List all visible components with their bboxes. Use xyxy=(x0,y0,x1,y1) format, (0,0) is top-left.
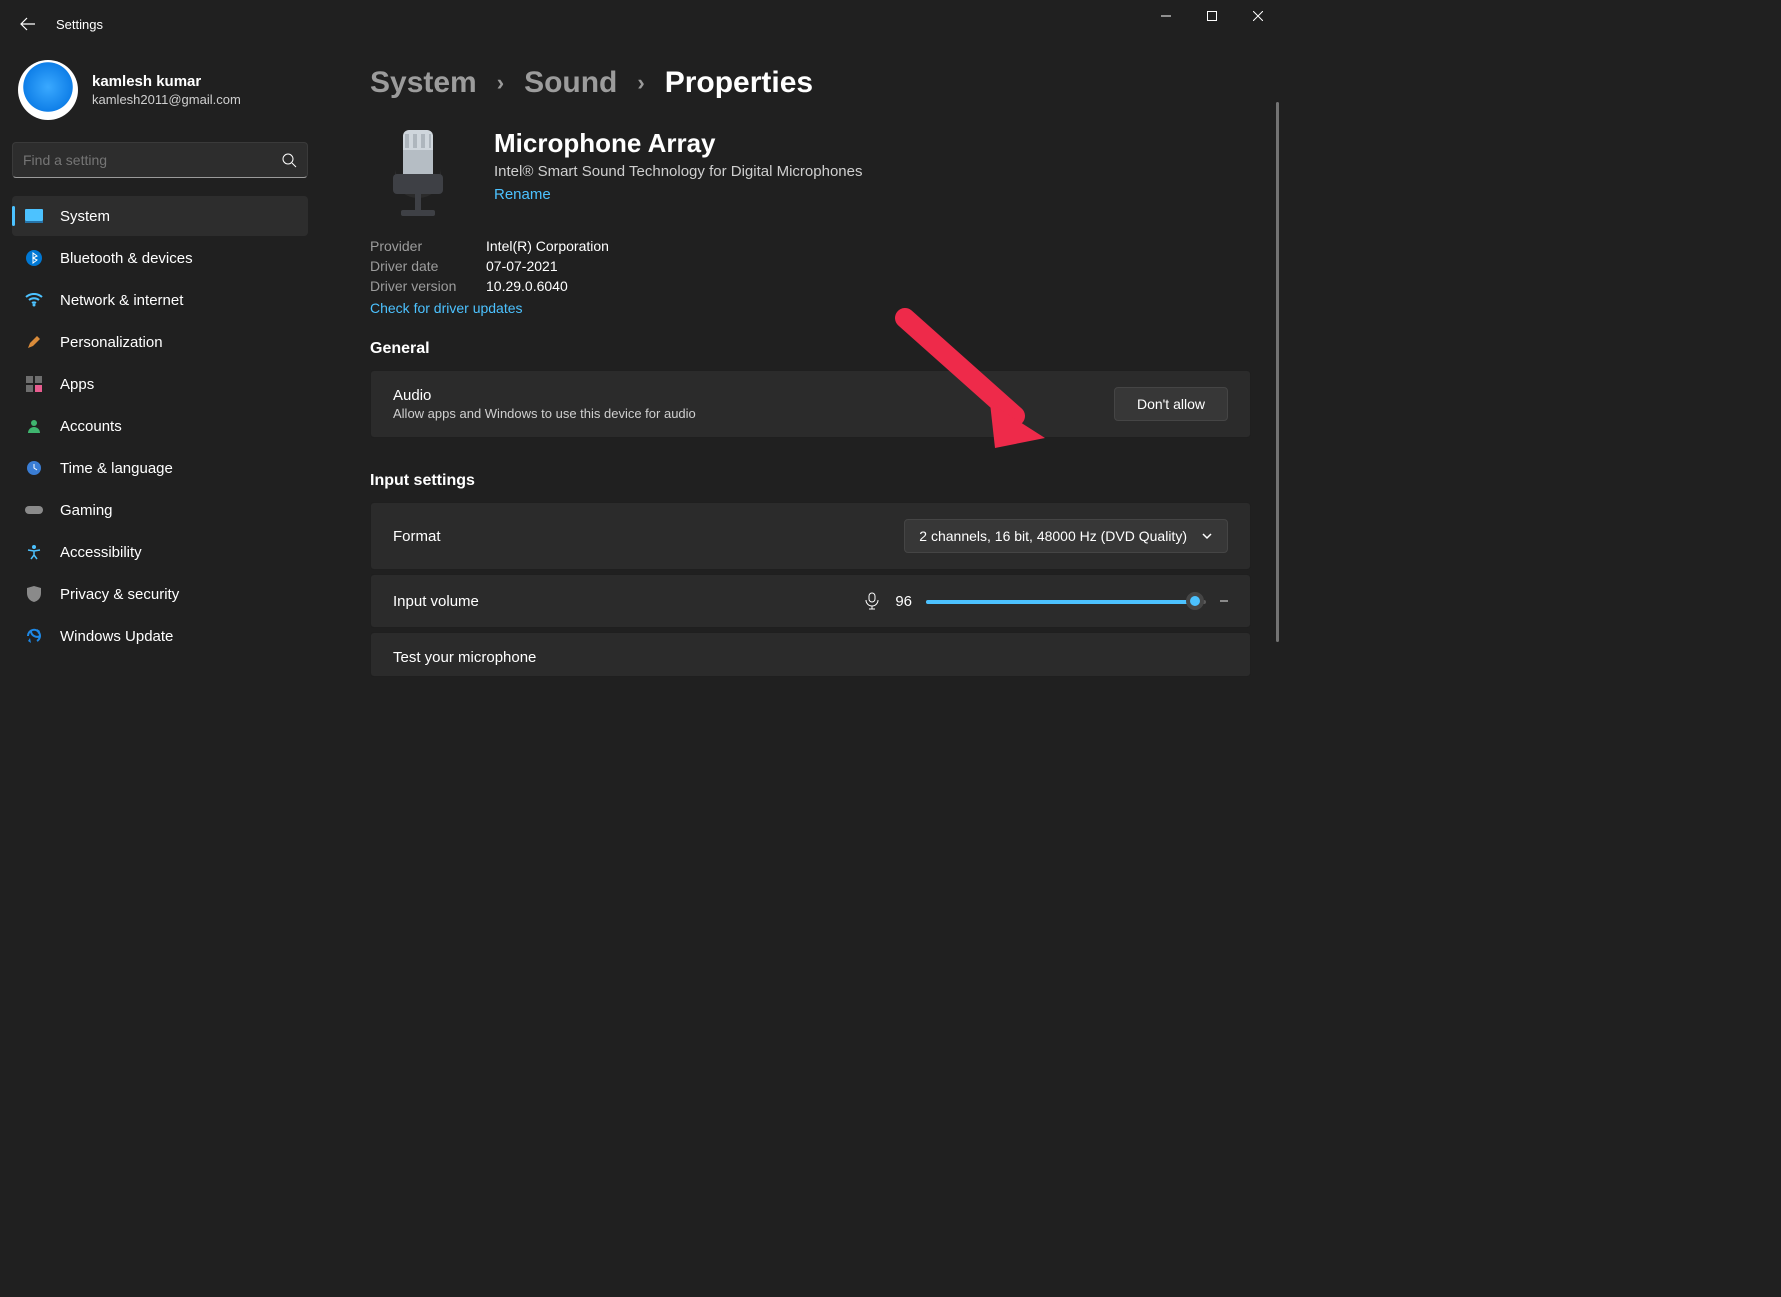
slider-fill xyxy=(926,600,1195,604)
nav-label: Gaming xyxy=(60,502,113,519)
input-volume-value: 96 xyxy=(895,593,912,610)
nav-label: Accessibility xyxy=(60,544,142,561)
minimize-icon xyxy=(1161,11,1171,21)
nav-item-bluetooth[interactable]: Bluetooth & devices xyxy=(12,238,308,278)
chevron-right-icon: › xyxy=(637,70,644,96)
arrow-left-icon xyxy=(20,16,36,32)
avatar xyxy=(18,60,78,120)
crumb-sound[interactable]: Sound xyxy=(524,66,617,100)
general-section-title: General xyxy=(370,340,1251,358)
rename-link[interactable]: Rename xyxy=(494,186,551,203)
input-volume-label: Input volume xyxy=(393,593,479,610)
nav-label: Network & internet xyxy=(60,292,183,309)
device-properties: Provider Intel(R) Corporation Driver date… xyxy=(370,238,1251,318)
nav-item-network[interactable]: Network & internet xyxy=(12,280,308,320)
nav-label: Accounts xyxy=(60,418,122,435)
audio-card: Audio Allow apps and Windows to use this… xyxy=(370,370,1251,438)
nav: System Bluetooth & devices Network & int… xyxy=(12,196,308,656)
sidebar: kamlesh kumar kamlesh2011@gmail.com Syst… xyxy=(0,48,320,933)
bluetooth-icon xyxy=(24,248,44,268)
profile-name: kamlesh kumar xyxy=(92,73,241,90)
format-label: Format xyxy=(393,528,441,545)
gamepad-icon xyxy=(24,500,44,520)
maximize-icon xyxy=(1207,11,1217,21)
shield-icon xyxy=(24,584,44,604)
search-icon xyxy=(281,152,297,168)
provider-value: Intel(R) Corporation xyxy=(486,238,609,254)
nav-item-gaming[interactable]: Gaming xyxy=(12,490,308,530)
scrollbar[interactable] xyxy=(1276,102,1279,642)
input-volume-card: Input volume 96 xyxy=(370,574,1251,628)
close-icon xyxy=(1253,11,1263,21)
maximize-button[interactable] xyxy=(1189,0,1235,32)
provider-label: Provider xyxy=(370,238,466,254)
slider-thumb[interactable] xyxy=(1186,592,1204,610)
nav-item-system[interactable]: System xyxy=(12,196,308,236)
close-button[interactable] xyxy=(1235,0,1281,32)
nav-label: Bluetooth & devices xyxy=(60,250,193,267)
apps-icon xyxy=(24,374,44,394)
slider-end-mark-icon xyxy=(1220,597,1228,605)
paintbrush-icon xyxy=(24,332,44,352)
driver-version-value: 10.29.0.6040 xyxy=(486,278,568,294)
profile-email: kamlesh2011@gmail.com xyxy=(92,92,241,107)
dont-allow-button[interactable]: Don't allow xyxy=(1114,387,1228,421)
wifi-icon xyxy=(24,290,44,310)
volume-slider[interactable] xyxy=(926,591,1206,611)
search-input[interactable] xyxy=(23,152,281,168)
back-button[interactable] xyxy=(8,4,48,44)
chevron-down-icon xyxy=(1201,530,1213,542)
audio-subtitle: Allow apps and Windows to use this devic… xyxy=(393,406,696,421)
profile-block[interactable]: kamlesh kumar kamlesh2011@gmail.com xyxy=(12,48,308,142)
microphone-small-icon xyxy=(863,592,881,610)
device-subtitle: Intel® Smart Sound Technology for Digita… xyxy=(494,163,862,180)
window-title: Settings xyxy=(56,17,103,32)
format-card: Format 2 channels, 16 bit, 48000 Hz (DVD… xyxy=(370,502,1251,570)
person-icon xyxy=(24,416,44,436)
check-driver-updates-link[interactable]: Check for driver updates xyxy=(370,300,523,316)
device-name: Microphone Array xyxy=(494,128,862,159)
nav-item-privacy[interactable]: Privacy & security xyxy=(12,574,308,614)
nav-item-accessibility[interactable]: Accessibility xyxy=(12,532,308,572)
nav-label: Personalization xyxy=(60,334,163,351)
nav-item-accounts[interactable]: Accounts xyxy=(12,406,308,446)
driver-date-label: Driver date xyxy=(370,258,466,274)
nav-label: Apps xyxy=(60,376,94,393)
audio-title: Audio xyxy=(393,387,696,404)
nav-label: Windows Update xyxy=(60,628,173,645)
driver-version-label: Driver version xyxy=(370,278,466,294)
breadcrumb: System › Sound › Properties xyxy=(370,66,1251,100)
chevron-right-icon: › xyxy=(497,70,504,96)
nav-label: System xyxy=(60,208,110,225)
nav-item-time[interactable]: Time & language xyxy=(12,448,308,488)
window-controls xyxy=(1143,0,1281,32)
main-content: System › Sound › Properties xyxy=(320,48,1281,933)
driver-date-value: 07-07-2021 xyxy=(486,258,558,274)
crumb-system[interactable]: System xyxy=(370,66,477,100)
update-icon xyxy=(24,626,44,646)
minimize-button[interactable] xyxy=(1143,0,1189,32)
nav-label: Time & language xyxy=(60,460,173,477)
clock-icon xyxy=(24,458,44,478)
nav-item-personalization[interactable]: Personalization xyxy=(12,322,308,362)
input-settings-title: Input settings xyxy=(370,472,1251,490)
test-mic-card: Test your microphone xyxy=(370,632,1251,677)
nav-item-update[interactable]: Windows Update xyxy=(12,616,308,656)
device-header: Microphone Array Intel® Smart Sound Tech… xyxy=(370,128,1251,224)
microphone-icon xyxy=(370,128,466,224)
crumb-properties: Properties xyxy=(665,66,813,100)
display-icon xyxy=(24,206,44,226)
nav-item-apps[interactable]: Apps xyxy=(12,364,308,404)
test-mic-label: Test your microphone xyxy=(393,649,536,666)
format-value: 2 channels, 16 bit, 48000 Hz (DVD Qualit… xyxy=(919,528,1187,544)
nav-label: Privacy & security xyxy=(60,586,179,603)
search-field[interactable] xyxy=(12,142,308,178)
accessibility-icon xyxy=(24,542,44,562)
titlebar: Settings xyxy=(0,0,1281,48)
format-select[interactable]: 2 channels, 16 bit, 48000 Hz (DVD Qualit… xyxy=(904,519,1228,553)
